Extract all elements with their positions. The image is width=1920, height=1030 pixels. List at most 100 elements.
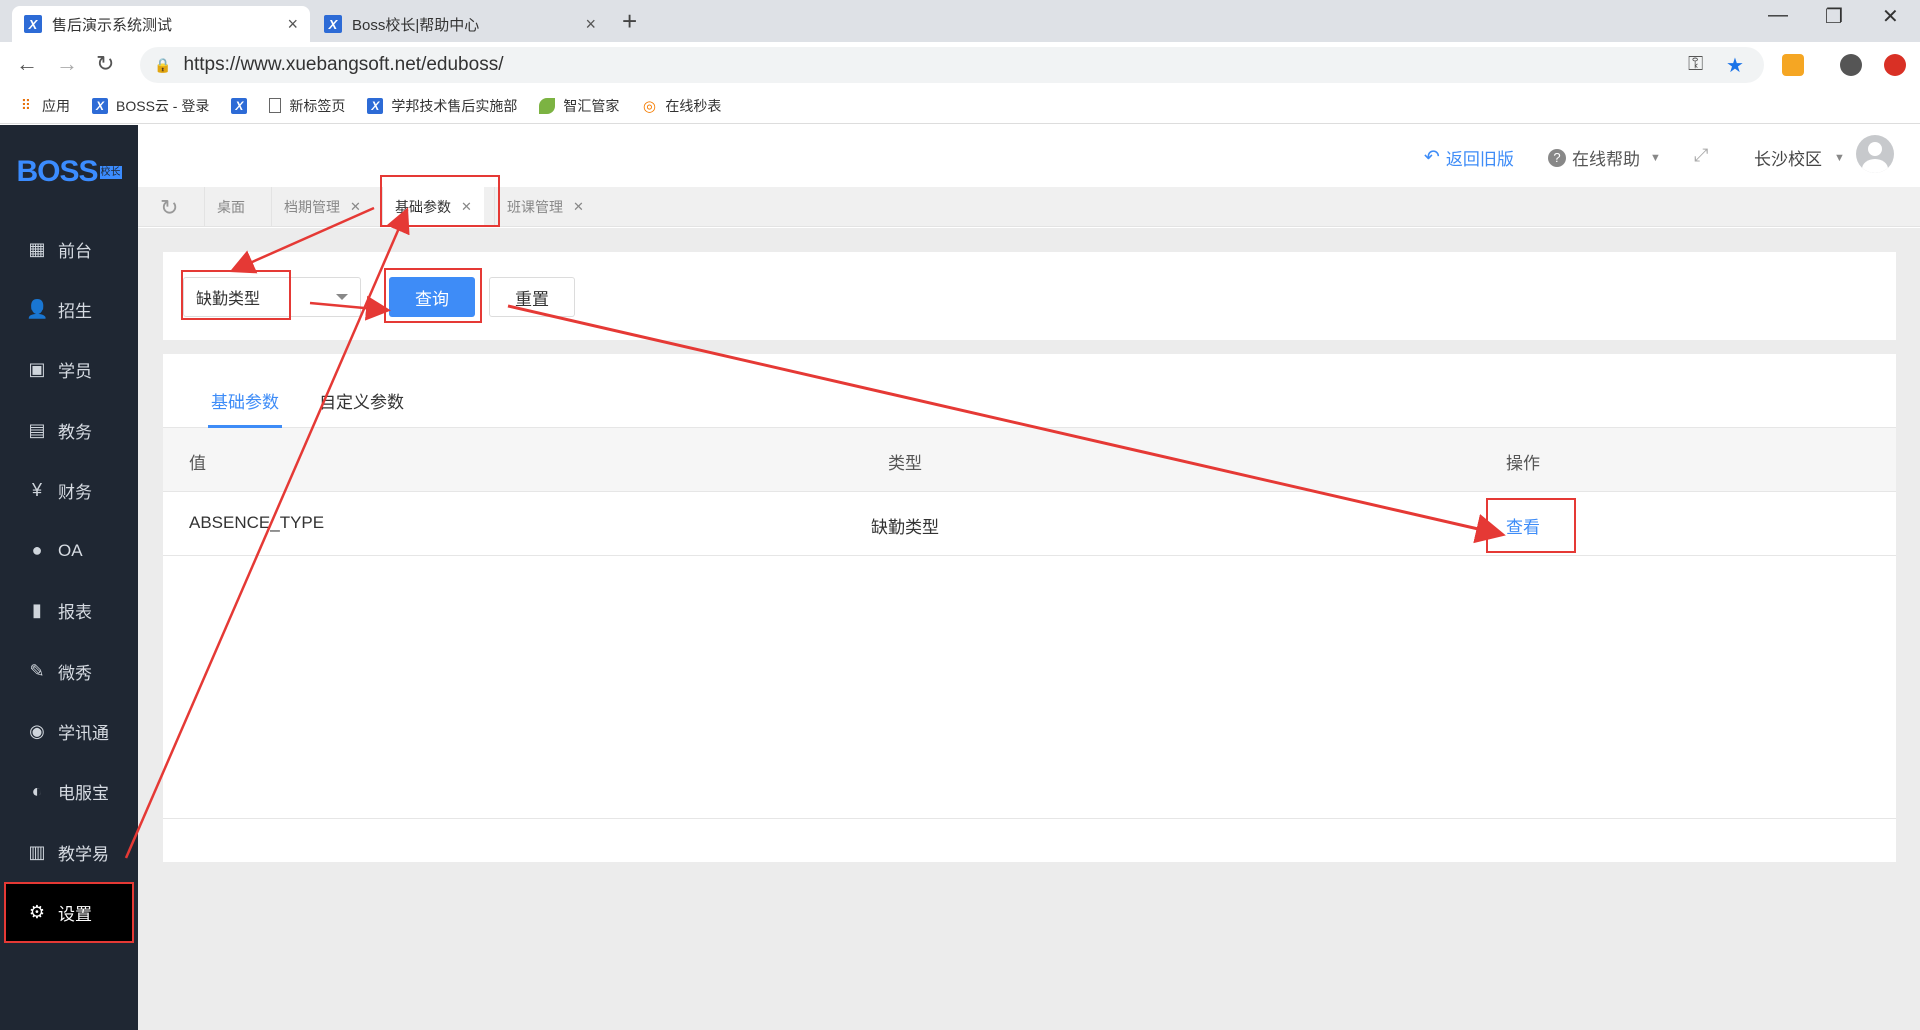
stopwatch-icon: ◎ [642, 97, 656, 115]
sidebar-item-qiantai[interactable]: ▦ 前台 [0, 219, 138, 279]
bookmark-label: BOSS云 - 登录 [116, 97, 210, 114]
column-header-value: 值 [189, 454, 206, 473]
sidebar-item-caiwu[interactable]: ¥ 财务 [0, 460, 138, 520]
refresh-icon[interactable]: ↻ [160, 195, 178, 221]
back-old-version-link[interactable]: ↶ 返回旧版 [1424, 145, 1514, 170]
profile-icon[interactable] [1840, 54, 1862, 76]
gear-icon: ⚙ [28, 901, 46, 922]
tab-basic-params[interactable]: 基础参数 [211, 388, 279, 413]
xiu-icon: ✎ [29, 660, 45, 681]
extension-icon[interactable] [1782, 54, 1804, 76]
key-icon[interactable]: ⚿ [1688, 53, 1703, 76]
bookmark-apps[interactable]: ⠿ 应用 [18, 96, 70, 116]
page-tab-desktop[interactable]: 桌面 [204, 187, 257, 227]
sidebar-item-weixiu[interactable]: ✎ 微秀 [0, 641, 138, 701]
sidebar-item-zhaosheng[interactable]: 👤 招生 [0, 279, 138, 339]
url-text: https://www.xuebangsoft.net/eduboss/ [183, 54, 504, 75]
update-icon[interactable] [1884, 54, 1906, 76]
browser-tab-active[interactable]: X 售后演示系统测试 × [12, 6, 310, 42]
help-icon: ? [1548, 148, 1566, 167]
undo-icon: ↶ [1424, 147, 1440, 168]
sidebar-item-xuexuntong[interactable]: ◉ 学讯通 [0, 701, 138, 761]
tab-custom-params[interactable]: 自定义参数 [319, 388, 404, 413]
back-old-label: 返回旧版 [1445, 150, 1514, 169]
cell-value: ABSENCE_TYPE [189, 513, 325, 532]
star-icon[interactable]: ★ [1726, 53, 1744, 78]
yen-icon: ¥ [31, 479, 42, 500]
online-help-dropdown[interactable]: ? 在线帮助 ▼ [1548, 145, 1661, 170]
bookmark-new-tab[interactable]: 新标签页 [269, 96, 345, 116]
sidebar-item-oa[interactable]: ● OA [0, 520, 138, 580]
location-icon: ◉ [29, 721, 45, 742]
logo-sub: 校长 [99, 165, 122, 179]
page-tab-class-mgmt[interactable]: 班课管理 ✕ [494, 187, 596, 227]
sidebar-item-jiaoxueyi[interactable]: ▥ 教学易 [0, 822, 138, 882]
campus-dropdown[interactable]: 长沙校区 ▼ [1754, 145, 1845, 170]
sidebar-item-label: 财务 [58, 482, 92, 502]
restore-icon[interactable]: ❐ [1825, 4, 1843, 29]
page-tab-label: 班课管理 [507, 199, 563, 215]
params-table-panel: 基础参数 自定义参数 值 类型 操作 ABSENCE_TYPE 缺勤类型 查看 [163, 354, 1896, 862]
page-tab-schedule[interactable]: 档期管理 ✕ [271, 187, 373, 227]
column-header-action: 操作 [1506, 454, 1540, 473]
sidebar-item-label: OA [58, 540, 83, 560]
table-row: ABSENCE_TYPE 缺勤类型 查看 [163, 492, 1896, 556]
xuebang-favicon-icon: X [367, 97, 384, 114]
browser-tab-strip: X 售后演示系统测试 × X Boss校长|帮助中心 × + — ❐ ✕ [0, 0, 1920, 42]
sidebar-item-settings[interactable]: ⚙ 设置 [4, 882, 134, 943]
sidebar-item-label: 学讯通 [58, 724, 109, 744]
bookmark-label: 学邦技术售后实施部 [391, 97, 518, 114]
table-header: 值 类型 操作 [163, 428, 1896, 492]
address-bar[interactable]: 🔒 https://www.xuebangsoft.net/eduboss/ ⚿… [140, 47, 1764, 83]
sidebar-item-jiaowu[interactable]: ▤ 教务 [0, 400, 138, 460]
teach-icon: ▥ [28, 841, 46, 862]
bookmark-stopwatch[interactable]: ◎ 在线秒表 [641, 96, 722, 116]
chevron-down-icon [336, 294, 348, 300]
page-icon [269, 98, 282, 113]
caret-down-icon: ▼ [1650, 151, 1661, 164]
bookmark-zhihui[interactable]: 智汇管家 [539, 96, 619, 116]
sidebar-item-label: 报表 [58, 603, 92, 623]
minimize-icon[interactable]: — [1768, 4, 1788, 27]
sidebar-item-label: 教务 [58, 422, 92, 442]
annotation-box-view [1486, 498, 1576, 553]
close-icon[interactable]: ✕ [350, 199, 361, 215]
help-label: 在线帮助 [1572, 150, 1640, 169]
bookmark-xuebang[interactable]: X [231, 97, 255, 114]
xuebang-favicon-icon: X [24, 15, 42, 33]
table-footer-divider [163, 818, 1896, 819]
avatar[interactable] [1856, 135, 1894, 173]
browser-tab[interactable]: X Boss校长|帮助中心 × [312, 6, 608, 42]
fullscreen-icon[interactable]: ⤢ [1694, 145, 1708, 166]
window-close-icon[interactable]: ✕ [1882, 4, 1899, 29]
back-icon[interactable]: ← [16, 51, 38, 77]
bookmark-label: 应用 [42, 97, 70, 114]
bookmark-boss-login[interactable]: X BOSS云 - 登录 [92, 96, 209, 116]
bookmark-label: 智汇管家 [563, 97, 620, 114]
browser-tab-title: 售后演示系统测试 [52, 16, 173, 34]
sidebar: BOSS 校长 ▦ 前台 👤 招生 ▣ 学员 ▤ 教务 ¥ 财务 ● OA ▮ 报表 ✎ 微秀 … [0, 125, 138, 1030]
sidebar-item-label: 电服宝 [58, 784, 109, 804]
close-icon[interactable]: ✕ [573, 199, 584, 215]
forward-icon[interactable]: → [56, 51, 78, 77]
sidebar-item-baobiao[interactable]: ▮ 报表 [0, 581, 138, 641]
reset-button[interactable]: 重置 [489, 277, 575, 317]
sidebar-item-xueyuan[interactable]: ▣ 学员 [0, 340, 138, 400]
sidebar-item-label: 设置 [58, 904, 92, 924]
page-tab-label: 档期管理 [284, 199, 340, 215]
bookmark-support[interactable]: X 学邦技术售后实施部 [367, 96, 517, 116]
sidebar-item-label: 招生 [58, 301, 92, 321]
apps-grid-icon: ⠿ [20, 97, 32, 113]
close-icon[interactable]: × [287, 14, 298, 35]
chat-icon: ● [31, 540, 43, 561]
new-tab-icon[interactable]: + [622, 6, 637, 37]
reload-icon[interactable]: ↻ [96, 51, 114, 77]
sidebar-item-label: 学员 [58, 362, 92, 382]
browser-toolbar: ← → ↻ 🔒 https://www.xuebangsoft.net/edub… [0, 42, 1920, 88]
sidebar-item-label: 教学易 [58, 844, 109, 864]
close-icon[interactable]: × [585, 14, 596, 35]
caret-down-icon: ▼ [1834, 151, 1845, 164]
annotation-box-page-tab [380, 175, 500, 227]
campus-label: 长沙校区 [1754, 150, 1822, 169]
sidebar-item-dianfubao[interactable]: ◐ 电服宝 [0, 762, 138, 822]
